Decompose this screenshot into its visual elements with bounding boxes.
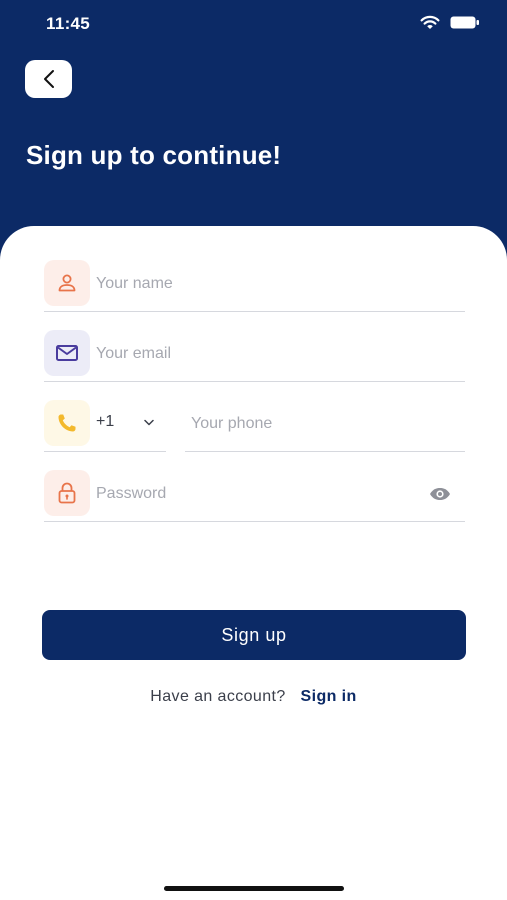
wifi-icon	[420, 15, 440, 29]
signup-button[interactable]: Sign up	[42, 610, 466, 660]
phone-icon-tile	[44, 400, 90, 446]
password-field	[44, 470, 465, 522]
mail-icon	[56, 345, 78, 361]
user-icon	[58, 274, 76, 292]
country-code: +1	[96, 413, 115, 430]
phone-icon	[58, 414, 76, 432]
home-indicator	[164, 886, 344, 891]
phone-field	[185, 400, 465, 452]
mail-icon-tile	[44, 330, 90, 376]
status-bar: 11:45	[0, 0, 507, 46]
page-title: Sign up to continue!	[26, 140, 282, 170]
form-sheet	[0, 226, 507, 900]
password-input[interactable]	[96, 482, 396, 506]
name-input[interactable]	[96, 272, 456, 296]
email-input[interactable]	[96, 342, 456, 366]
signin-prompt: Have an account?	[150, 688, 286, 705]
chevron-down-icon	[144, 419, 154, 426]
signup-screen: 11:45 Sign up to continue! Your name You…	[0, 0, 507, 900]
signin-row: Have an account? Sign in	[0, 688, 507, 706]
chevron-left-icon	[43, 70, 54, 88]
back-button[interactable]	[25, 60, 72, 98]
name-field	[44, 260, 465, 312]
user-icon-tile	[44, 260, 90, 306]
email-field	[44, 330, 465, 382]
status-time: 11:45	[46, 14, 91, 33]
phone-input[interactable]	[191, 412, 451, 436]
lock-icon-tile	[44, 470, 90, 516]
battery-icon	[450, 16, 479, 29]
lock-icon	[58, 482, 76, 504]
signin-link[interactable]: Sign in	[301, 688, 357, 705]
country-code-selector[interactable]: +1	[44, 400, 166, 452]
eye-icon[interactable]	[429, 487, 451, 501]
